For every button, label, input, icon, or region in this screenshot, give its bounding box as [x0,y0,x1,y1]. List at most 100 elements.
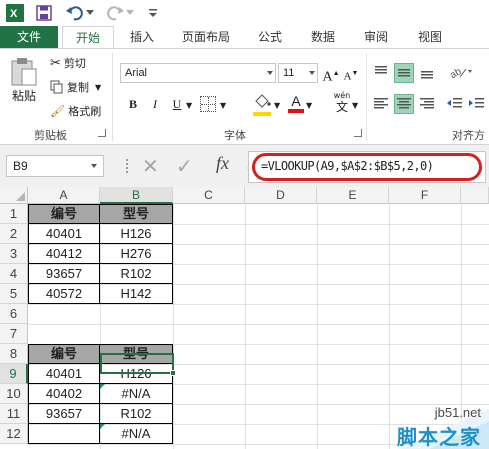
row-header-1[interactable]: 1 [0,204,28,224]
format-painter-button[interactable]: 🖌 格式刷 [50,103,101,119]
error-indicator-icon[interactable] [100,384,105,389]
save-icon[interactable] [36,3,52,23]
customize-qat-icon[interactable] [148,3,158,23]
undo-icon[interactable] [66,3,84,23]
phonetic-button[interactable]: wén 文 [330,91,354,114]
chevron-down-icon[interactable]: ▼ [306,101,312,110]
table-cell[interactable]: 40401 [28,224,100,244]
table-cell[interactable]: 40412 [28,244,100,264]
row-header-10[interactable]: 10 [0,384,28,404]
table-cell[interactable]: H142 [100,284,173,304]
column-header-f[interactable]: F [389,187,461,204]
font-name-select[interactable]: Arial [120,63,276,83]
align-right-button[interactable] [418,95,436,113]
align-center-button[interactable] [394,94,414,114]
row-header-6[interactable]: 6 [0,304,28,324]
dialog-launcher-icon[interactable] [98,129,106,137]
italic-button[interactable]: I [146,95,164,113]
row-header-8[interactable]: 8 [0,344,28,364]
font-color-button[interactable]: A [288,93,304,115]
row-header-3[interactable]: 3 [0,244,28,264]
insert-function-button[interactable]: fx [216,153,229,174]
cut-button[interactable]: ✂ 剪切 [50,55,86,71]
align-middle-button[interactable] [394,63,414,83]
enter-formula-icon[interactable]: ✓ [176,155,193,177]
paste-icon [11,58,37,86]
table-cell[interactable]: 93657 [28,264,100,284]
chevron-down-icon[interactable] [126,3,134,23]
table-cell[interactable]: #N/A [100,384,173,404]
copy-button[interactable]: 复制 ▼ [50,79,101,95]
column-header-c[interactable]: C [173,187,245,204]
table-cell[interactable]: R102 [100,404,173,424]
row-header-9[interactable]: 9 [0,364,28,384]
formula-input[interactable]: =VLOOKUP(A9,$A$2:$B$5,2,0) [248,151,486,183]
row-header-5[interactable]: 5 [0,284,28,304]
row-header-4[interactable]: 4 [0,264,28,284]
dialog-launcher-icon[interactable] [354,129,362,137]
align-left-button[interactable] [372,95,390,113]
select-all-corner[interactable] [0,187,28,204]
redo-icon[interactable] [106,3,124,23]
column-header-e[interactable]: E [317,187,389,204]
align-bottom-button[interactable] [418,63,436,81]
tab-page-layout[interactable]: 页面布局 [170,26,242,48]
paste-button[interactable]: 粘贴 [8,57,40,104]
error-indicator-icon[interactable] [100,424,105,429]
fill-handle[interactable] [170,370,176,376]
border-icon [201,104,215,105]
cell-value: #N/A [121,426,151,441]
column-header-d[interactable]: D [245,187,317,204]
chevron-down-icon[interactable]: ▼ [186,101,192,110]
row-header-7[interactable]: 7 [0,324,28,344]
column-header-a[interactable]: A [28,187,100,204]
tab-review[interactable]: 审阅 [354,26,398,48]
chevron-down-icon[interactable]: ▼ [220,101,226,110]
orientation-button[interactable]: ab [448,63,474,81]
tab-formulas[interactable]: 公式 [248,26,292,48]
table-cell[interactable]: R102 [100,264,173,284]
row-header-2[interactable]: 2 [0,224,28,244]
tab-view[interactable]: 视图 [406,26,454,48]
column-header-b[interactable]: B [100,187,173,204]
chevron-down-icon[interactable]: ▼ [352,101,358,110]
fill-color-button[interactable] [253,93,271,116]
table-cell[interactable]: 93657 [28,404,100,424]
table-cell[interactable] [28,424,100,444]
table-cell[interactable]: 40401 [28,364,100,384]
align-top-button[interactable] [372,63,390,81]
text-orientation-icon: ab [448,66,472,81]
shrink-font-button[interactable]: A▼ [342,64,360,83]
table-cell[interactable]: 40402 [28,384,100,404]
increase-indent-button[interactable] [468,95,486,113]
table-cell[interactable]: H276 [100,244,173,264]
table-cell[interactable]: H126 [100,224,173,244]
tab-file[interactable]: 文件 [0,26,58,48]
decrease-indent-button[interactable] [446,95,464,113]
quick-access-toolbar: X [0,0,489,26]
tab-data[interactable]: 数据 [300,26,346,48]
tab-insert[interactable]: 插入 [120,26,164,48]
table-cell[interactable]: 40572 [28,284,100,304]
cancel-formula-icon[interactable]: ✕ [142,155,159,177]
borders-button[interactable] [200,96,216,112]
column-header-g[interactable] [461,187,489,204]
group-divider [366,53,367,141]
svg-text:X: X [10,8,18,20]
chevron-down-icon[interactable] [86,3,94,23]
table-cell[interactable]: #N/A [100,424,173,444]
highlight-annotation [252,153,482,181]
table-header-cell[interactable]: 编号 [28,204,100,224]
grow-font-icon: A [322,69,333,85]
font-size-select[interactable]: 11 [278,63,318,83]
bold-button[interactable]: B [124,95,142,113]
underline-button[interactable]: U [168,95,186,113]
table-header-cell[interactable]: 编号 [28,344,100,364]
name-box[interactable]: B9 [6,155,104,177]
tab-home[interactable]: 开始 [62,26,114,49]
row-header-12[interactable]: 12 [0,424,28,444]
table-header-cell[interactable]: 型号 [100,204,173,224]
grow-font-button[interactable]: A▲ [322,64,340,85]
row-header-11[interactable]: 11 [0,404,28,424]
chevron-down-icon[interactable]: ▼ [274,101,280,110]
